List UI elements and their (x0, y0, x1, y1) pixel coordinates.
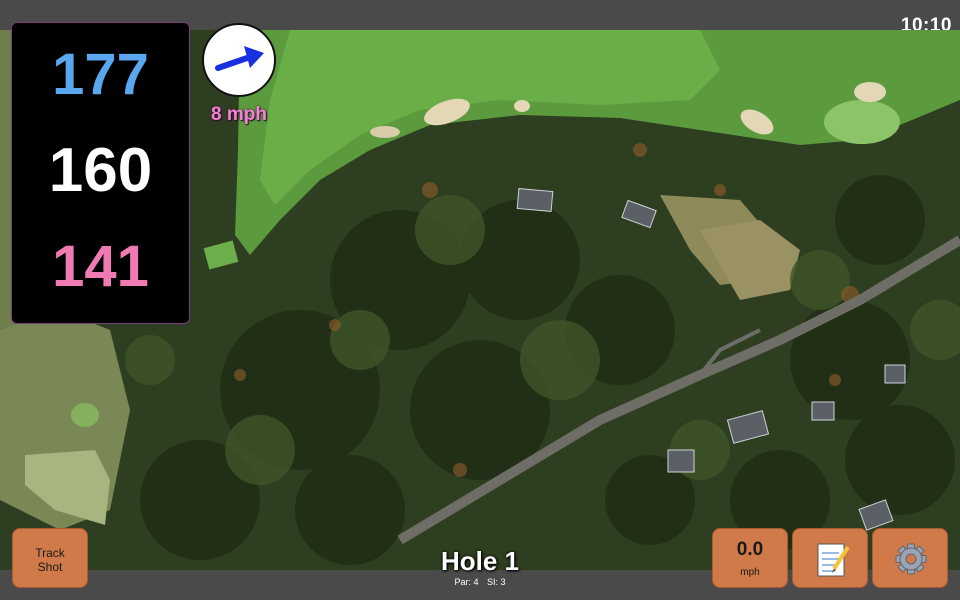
distance-front: 141 (52, 234, 149, 299)
settings-button[interactable] (872, 528, 948, 588)
speed-value: 0.0 (736, 539, 764, 560)
swing-speed-button[interactable]: 0.0 mph (712, 528, 788, 588)
wind-indicator (202, 23, 276, 97)
distance-middle: 160 (48, 136, 153, 205)
distance-back: 177 (52, 42, 149, 107)
track-shot-label-line2: Shot (37, 560, 63, 574)
wind-speed: 8 mph (211, 104, 267, 125)
speed-unit: mph (740, 567, 760, 578)
gear-icon (895, 543, 927, 575)
track-shot-button[interactable]: Track Shot (12, 528, 88, 588)
hole-si: SI: 3 (487, 577, 506, 587)
hole-par: Par: 4 (454, 577, 479, 587)
hole-title: Hole 1 (440, 546, 520, 576)
distance-panel: 177 160 141 (11, 22, 190, 324)
hole-info: Par: 4 SI: 3 (380, 577, 580, 587)
track-shot-label-line1: Track (35, 546, 65, 560)
wind-arrow-icon (215, 46, 264, 71)
notepad-icon (817, 543, 850, 577)
notes-button[interactable] (792, 528, 868, 588)
